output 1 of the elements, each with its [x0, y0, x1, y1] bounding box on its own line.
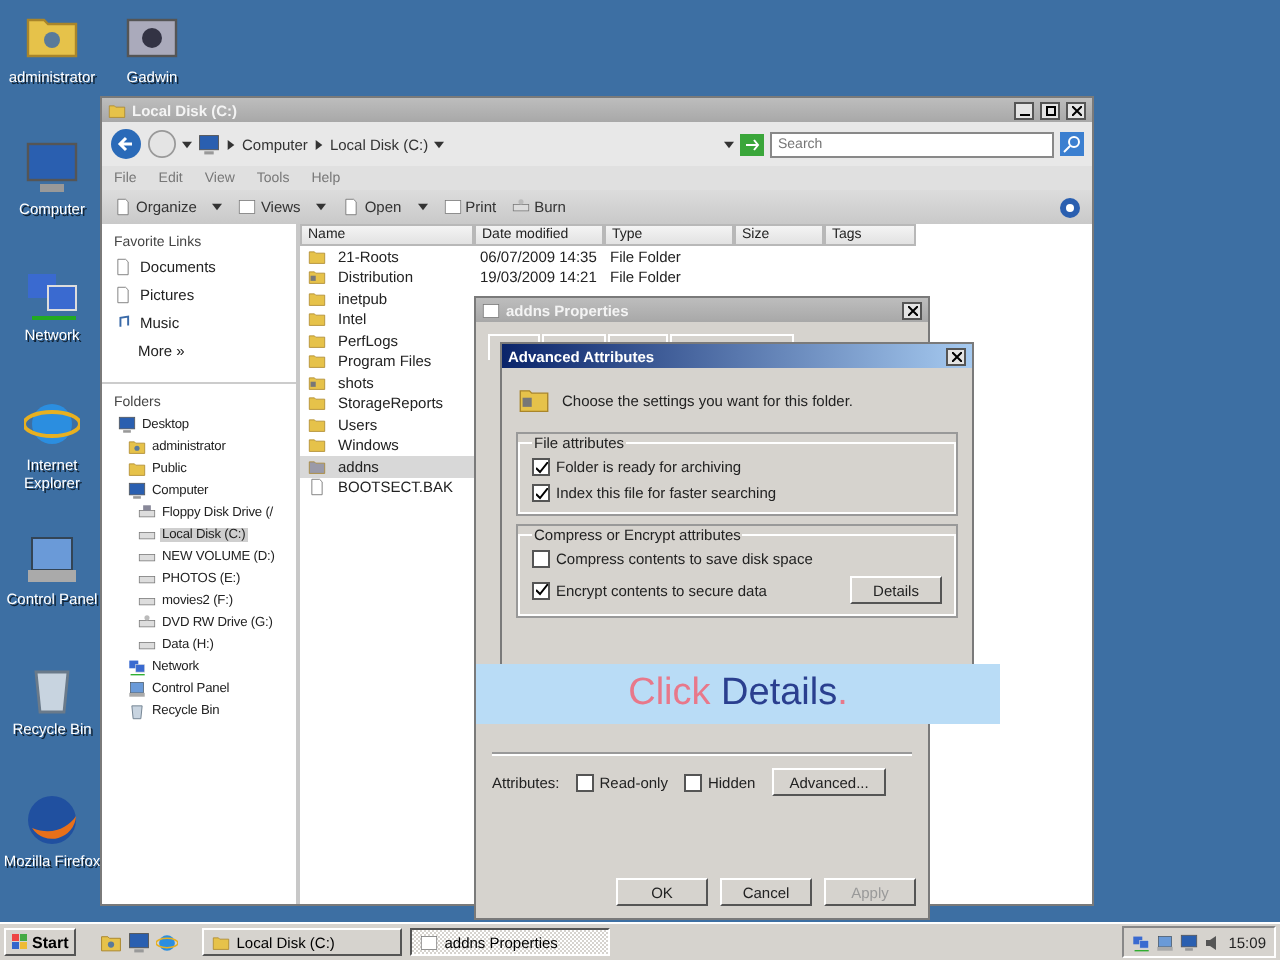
callout-text: Click Details.: [628, 672, 848, 716]
